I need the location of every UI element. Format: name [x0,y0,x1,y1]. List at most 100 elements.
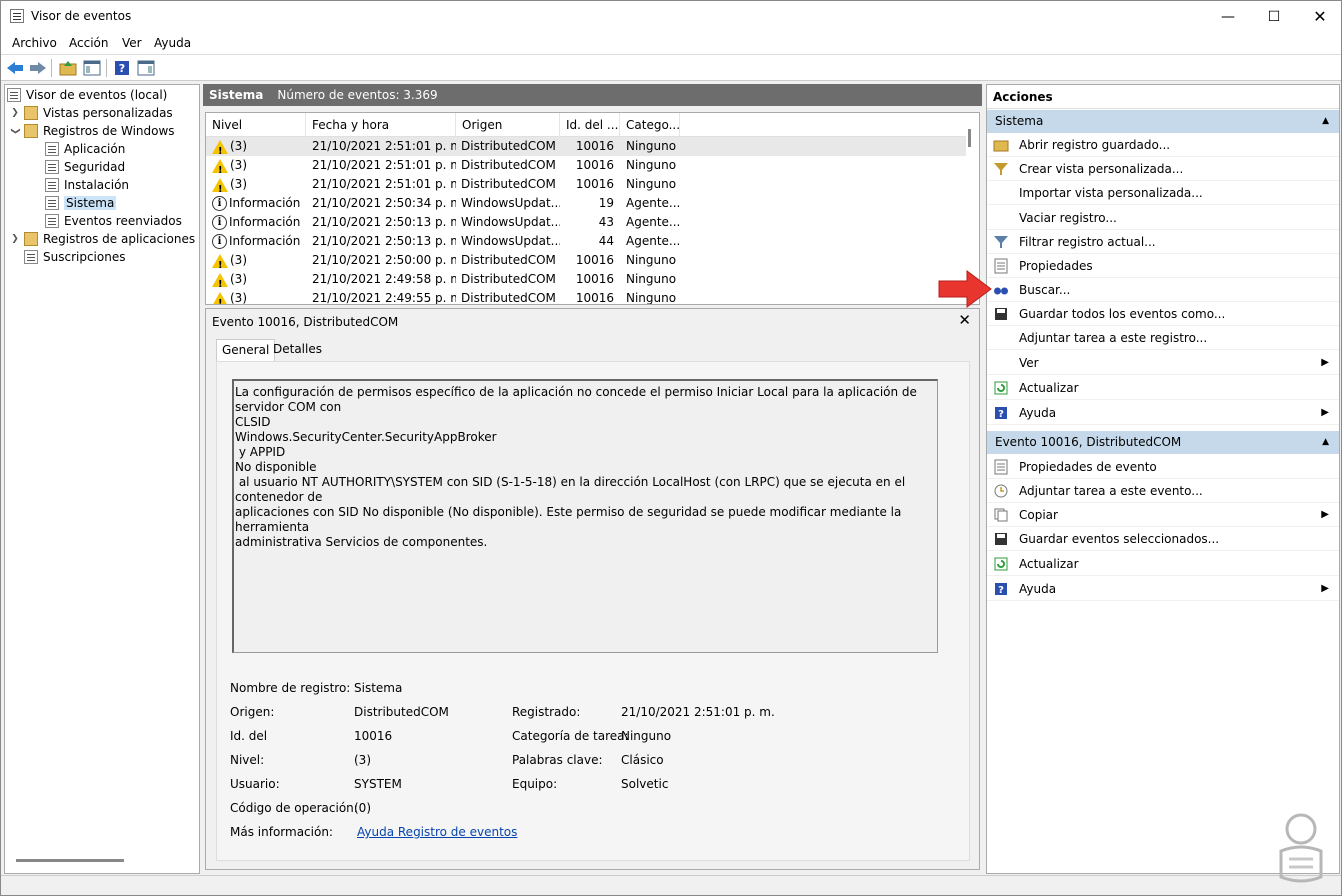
action-item[interactable]: Adjuntar tarea a este registro... [987,326,1339,350]
action-item[interactable]: Ver ▶ [987,351,1339,375]
action-item[interactable]: Propiedades [987,254,1339,278]
prop-value: 21/10/2021 2:51:01 p. m. [621,705,775,719]
submenu-arrow-icon: ▶ [1321,509,1329,520]
tab-detalles[interactable]: Detalles [268,339,327,361]
action-item[interactable]: Importar vista personalizada... [987,181,1339,205]
collapse-caret-icon[interactable]: ▲ [1322,431,1329,454]
action-label: Importar vista personalizada... [1019,185,1203,200]
prop-value: 10016 [354,729,393,743]
close-icon[interactable]: ✕ [958,311,971,329]
maximize-button[interactable]: ☐ [1251,1,1297,32]
tree-app-logs[interactable]: ❯ Registros de aplicaciones y s [9,230,200,248]
cell-source: WindowsUpdat... [461,196,560,210]
cell-date: 21/10/2021 2:50:34 p. m. [312,196,456,210]
menu-ver[interactable]: Ver [122,36,142,50]
section-evento[interactable]: Evento 10016, DistributedCOM ▲ [987,431,1339,454]
tree-custom-views[interactable]: ❯ Vistas personalizadas [9,104,173,122]
event-log-help-link[interactable]: Ayuda Registro de eventos [357,825,517,839]
tree-subscriptions[interactable]: Suscripciones [24,248,125,266]
column-nivel[interactable]: Nivel [206,113,306,137]
help-icon[interactable]: ? [112,58,132,78]
column-categoria[interactable]: Catego... [620,113,680,137]
menu-ayuda[interactable]: Ayuda [154,36,191,50]
expand-arrow-icon[interactable]: ❯ [9,108,21,118]
collapse-arrow-icon[interactable]: ❯ [10,125,20,137]
prop-label: Palabras clave: [512,753,603,767]
table-row[interactable]: (3) 21/10/2021 2:51:01 p. m. DistributedCO… [206,137,966,156]
help-icon: ? [993,405,1009,421]
tree-item-seguridad[interactable]: Seguridad [45,158,125,176]
tree-windows-logs[interactable]: ❯ Registros de Windows [9,122,175,140]
save-icon [993,531,1009,547]
action-item[interactable]: ? Ayuda ▶ [987,577,1339,601]
cell-category: Agente... [626,215,680,229]
tab-general[interactable]: General [216,339,276,361]
event-description[interactable]: La configuración de permisos específico … [232,379,938,653]
action-item[interactable]: Actualizar [987,376,1339,400]
table-row[interactable]: (3) 21/10/2021 2:51:01 p. m. DistributedCO… [206,175,966,194]
event-viewer-app-icon [10,9,24,23]
table-row[interactable]: i Información 21/10/2021 2:50:13 p. m. Wind… [206,213,966,232]
tree-item-sistema[interactable]: Sistema [45,194,117,212]
cell-date: 21/10/2021 2:50:13 p. m. [312,215,456,229]
action-item[interactable]: Vaciar registro... [987,206,1339,230]
action-item[interactable]: Crear vista personalizada... [987,157,1339,181]
level-text: (3) [230,291,247,305]
status-bar [1,875,1341,895]
table-row[interactable]: (3) 21/10/2021 2:50:00 p. m. DistributedCO… [206,251,966,270]
show-hide-action-pane-icon[interactable] [136,58,156,78]
table-row[interactable]: i Información 21/10/2021 2:50:13 p. m. Wind… [206,232,966,251]
up-folder-icon[interactable] [58,58,78,78]
tree-root[interactable]: Visor de eventos (local) [7,86,167,104]
folder-icon [24,232,38,246]
cell-id: 10016 [575,291,614,305]
forward-icon[interactable] [28,58,48,78]
action-label: Guardar eventos seleccionados... [1019,531,1220,546]
tree-item-eventos-reenviados[interactable]: Eventos reenviados [45,212,182,230]
action-item[interactable]: Abrir registro guardado... [987,133,1339,157]
menu-archivo[interactable]: Archivo [12,36,57,50]
refresh-icon [993,556,1009,572]
horizontal-scrollbar[interactable] [16,859,124,862]
cell-level: i Información [206,194,306,213]
tree-subscriptions-label: Suscripciones [43,250,126,264]
table-row[interactable]: (3) 21/10/2021 2:49:58 p. m. DistributedCO… [206,270,966,289]
vertical-scrollbar[interactable] [968,129,971,147]
warning-icon [212,158,228,175]
window-title: Visor de eventos [31,9,132,23]
show-hide-tree-icon[interactable] [82,58,102,78]
close-button[interactable]: ✕ [1297,1,1342,32]
actions-title: Acciones [987,85,1339,109]
tree-app-logs-label: Registros de aplicaciones y s [43,232,200,246]
prop-label: Nombre de registro: [230,681,351,695]
back-icon[interactable] [5,58,25,78]
action-item[interactable]: Filtrar registro actual... [987,230,1339,254]
column-fecha[interactable]: Fecha y hora [306,113,456,137]
table-row[interactable]: i Información 21/10/2021 2:50:34 p. m. Wind… [206,194,966,213]
action-item[interactable]: Adjuntar tarea a este evento... [987,479,1339,503]
center-pane: Sistema Número de eventos: 3.369 Nivel F… [203,84,982,874]
action-item[interactable]: Guardar todos los eventos como... [987,302,1339,326]
create-view-icon [993,161,1009,177]
tree-item-aplicacion[interactable]: Aplicación [45,140,125,158]
action-item[interactable]: Propiedades de evento [987,455,1339,479]
svg-text:?: ? [998,585,1004,596]
column-origen[interactable]: Origen [456,113,560,137]
table-row[interactable]: (3) 21/10/2021 2:51:01 p. m. DistributedCO… [206,156,966,175]
action-item[interactable]: Guardar eventos seleccionados... [987,527,1339,551]
action-item[interactable]: ? Ayuda ▶ [987,401,1339,425]
action-item[interactable]: Copiar ▶ [987,503,1339,527]
cell-source: WindowsUpdat... [461,234,560,248]
section-sistema[interactable]: Sistema ▲ [987,110,1339,133]
expand-arrow-icon[interactable]: ❯ [9,234,21,244]
tree-item-instalacion[interactable]: Instalación [45,176,129,194]
table-row[interactable]: (3) 21/10/2021 2:49:55 p. m. DistributedCO… [206,289,966,305]
minimize-button[interactable]: — [1205,1,1251,32]
action-item[interactable]: Actualizar [987,552,1339,576]
action-label: Vaciar registro... [1019,210,1117,225]
action-item[interactable]: Buscar... [987,278,1339,302]
column-id[interactable]: Id. del ... [560,113,620,137]
menu-accion[interactable]: Acción [69,36,108,50]
collapse-caret-icon[interactable]: ▲ [1322,110,1329,133]
cell-date: 21/10/2021 2:51:01 p. m. [312,139,456,153]
